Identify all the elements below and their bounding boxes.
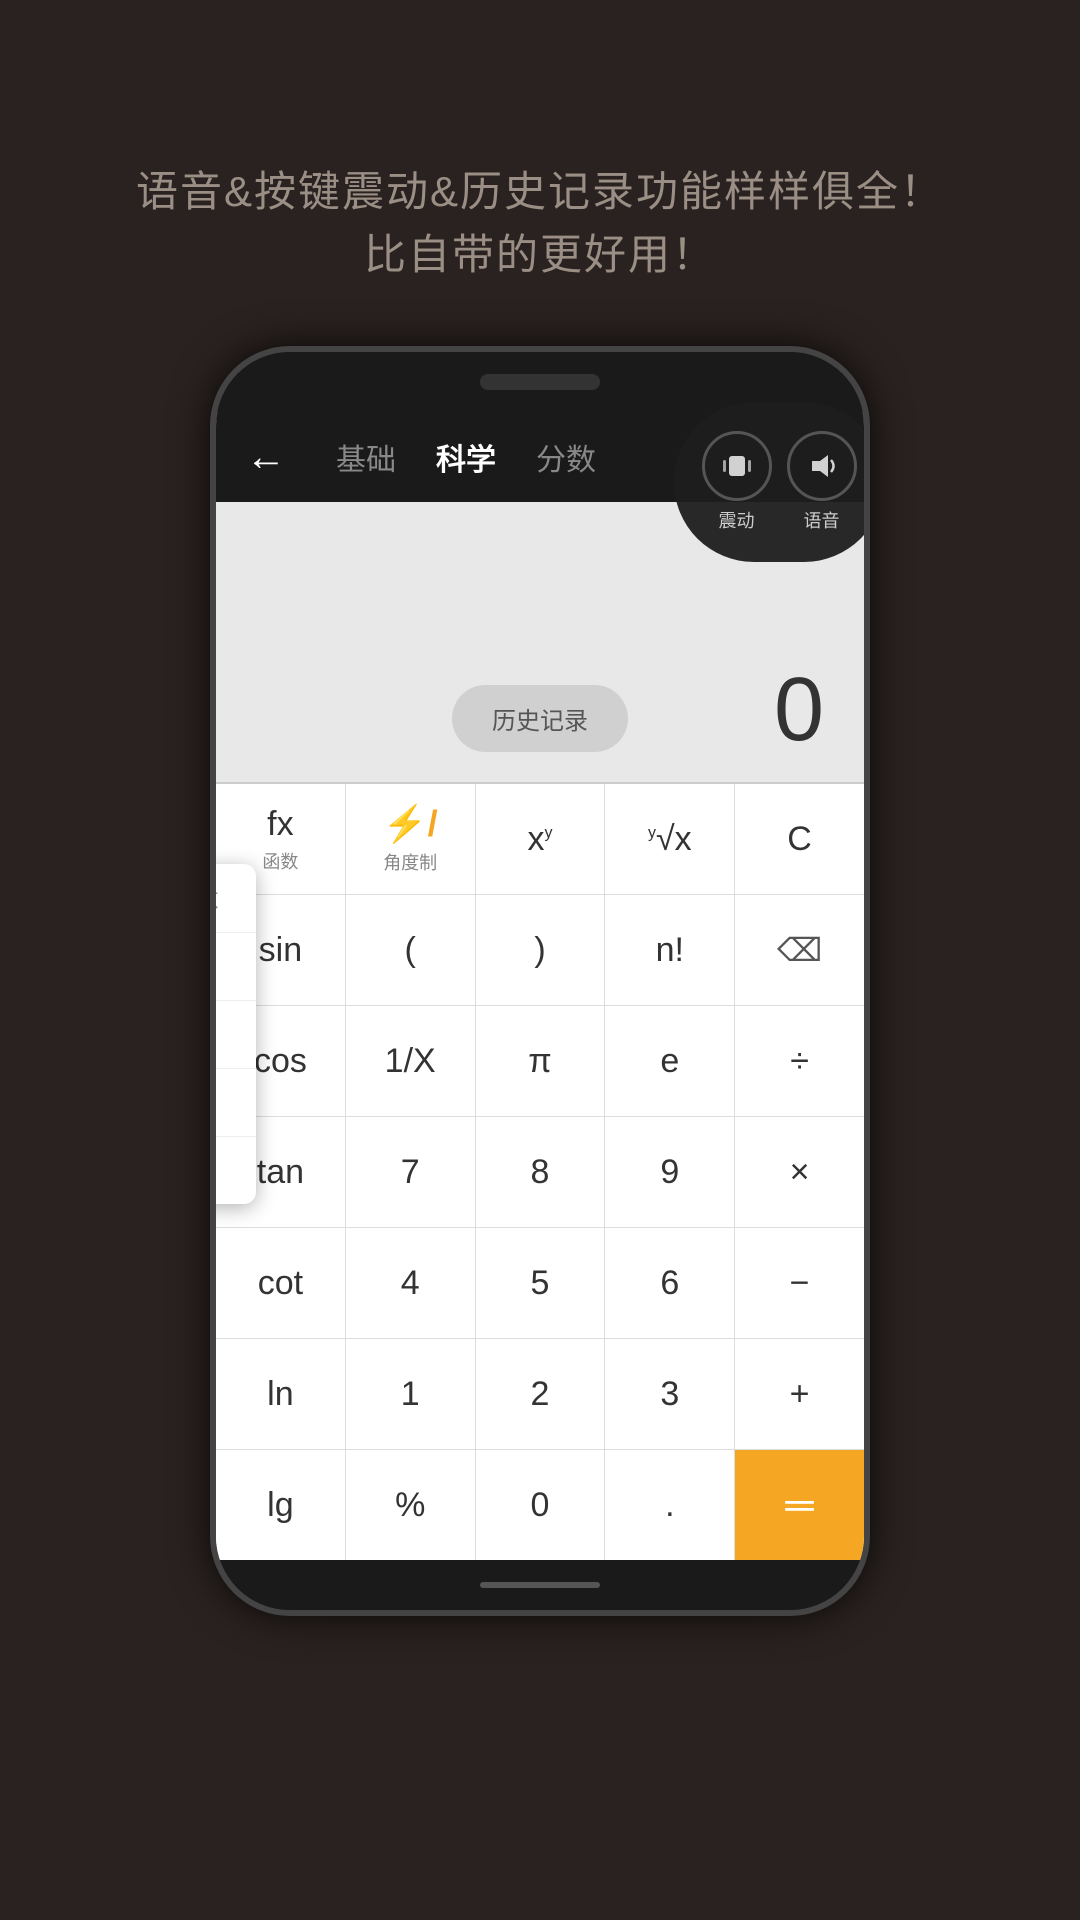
inv-popup-item-sin[interactable]: sin-1 [210, 933, 256, 1001]
key-6[interactable]: 6 [605, 1228, 735, 1338]
ln-key[interactable]: ln [216, 1339, 346, 1449]
history-button[interactable]: 历史记录 [452, 685, 628, 752]
key-1[interactable]: 1 [346, 1339, 476, 1449]
inv-popup-item-cos[interactable]: cos-1 [210, 1001, 256, 1069]
key-3[interactable]: 3 [605, 1339, 735, 1449]
lg-key[interactable]: lg [216, 1450, 346, 1560]
e-key[interactable]: e [605, 1006, 735, 1116]
open-paren-key[interactable]: ( [346, 895, 476, 1005]
calc-row-3: cos 1/X π e ÷ [216, 1006, 864, 1117]
fx-key[interactable]: fx 函数 fx-1 反函数 sin-1 c [216, 784, 346, 894]
phone-bottom-bar [216, 1560, 864, 1610]
reciprocal-key[interactable]: 1/X [346, 1006, 476, 1116]
phone-mockup: ← 基础 科学 分数 震 [210, 346, 870, 1616]
clear-key[interactable]: C [735, 784, 864, 894]
home-indicator [480, 1582, 600, 1588]
tab-science[interactable]: 科学 [436, 435, 496, 479]
add-key[interactable]: + [735, 1339, 864, 1449]
back-button[interactable]: ← [246, 435, 286, 480]
calc-row-4: tan 7 8 9 × [216, 1117, 864, 1228]
vibrate-label: 震动 [719, 507, 755, 533]
inverse-popup: fx-1 反函数 sin-1 cos-1 tan-1 [210, 864, 256, 1204]
inv-popup-item-tan[interactable]: tan-1 [210, 1069, 256, 1137]
promo-text: 语音&按键震动&历史记录功能样样俱全！ 比自带的更好用！ [76, 160, 1004, 286]
subtract-key[interactable]: − [735, 1228, 864, 1338]
key-9[interactable]: 9 [605, 1117, 735, 1227]
calculator-keyboard: fx 函数 fx-1 反函数 sin-1 c [216, 784, 864, 1560]
power-key[interactable]: xy [476, 784, 606, 894]
sound-label: 语音 [804, 507, 840, 533]
phone-speaker [480, 374, 600, 390]
sound-icon [787, 431, 857, 501]
calc-row-2: sin ( ) n! ⌫ [216, 895, 864, 1006]
key-2[interactable]: 2 [476, 1339, 606, 1449]
calc-row-6: ln 1 2 3 + [216, 1339, 864, 1450]
inv-popup-item-fx[interactable]: fx-1 反函数 [210, 864, 256, 933]
vibrate-icon [702, 431, 772, 501]
key-8[interactable]: 8 [476, 1117, 606, 1227]
pi-key[interactable]: π [476, 1006, 606, 1116]
app-screen: ← 基础 科学 分数 震 [216, 412, 864, 1560]
calc-row-1: fx 函数 fx-1 反函数 sin-1 c [216, 784, 864, 895]
sound-button[interactable]: 语音 [787, 431, 857, 533]
display-number: 0 [774, 659, 824, 762]
key-4[interactable]: 4 [346, 1228, 476, 1338]
calc-row-7: lg % 0 . ═ [216, 1450, 864, 1560]
multiply-key[interactable]: × [735, 1117, 864, 1227]
tab-fraction[interactable]: 分数 [536, 435, 596, 479]
top-navigation: ← 基础 科学 分数 震 [216, 412, 864, 502]
key-0[interactable]: 0 [476, 1450, 606, 1560]
icons-panel: 震动 语音 [674, 402, 870, 562]
calc-row-5: cot 4 5 6 − [216, 1228, 864, 1339]
cot-key[interactable]: cot [216, 1228, 346, 1338]
key-7[interactable]: 7 [346, 1117, 476, 1227]
angle-key[interactable]: ⚡/ 角度制 [346, 784, 476, 894]
key-5[interactable]: 5 [476, 1228, 606, 1338]
divide-key[interactable]: ÷ [735, 1006, 864, 1116]
decimal-key[interactable]: . [605, 1450, 735, 1560]
root-key[interactable]: y√x [605, 784, 735, 894]
backspace-key[interactable]: ⌫ [735, 895, 864, 1005]
equals-key[interactable]: ═ [735, 1450, 864, 1560]
close-paren-key[interactable]: ) [476, 895, 606, 1005]
tab-basic[interactable]: 基础 [336, 435, 396, 479]
inv-popup-item-cot[interactable]: cot-1 [210, 1137, 256, 1204]
factorial-key[interactable]: n! [605, 895, 735, 1005]
percent-key[interactable]: % [346, 1450, 476, 1560]
vibrate-button[interactable]: 震动 [702, 431, 772, 533]
